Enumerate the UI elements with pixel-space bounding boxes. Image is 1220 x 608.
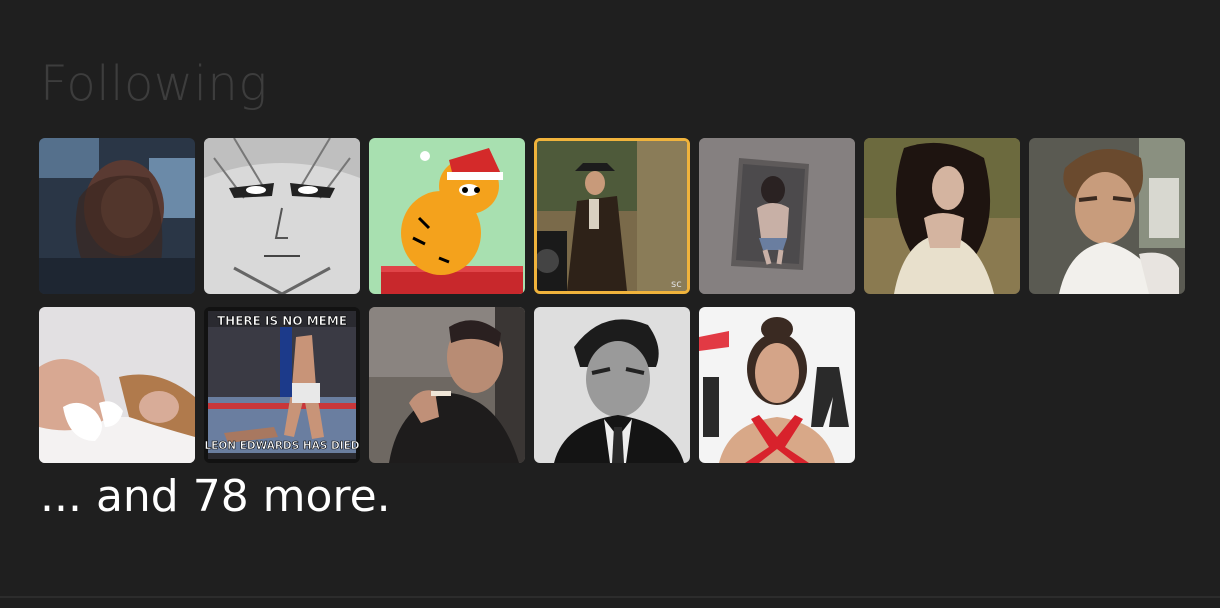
avatar-young-man-portrait-icon (1029, 138, 1185, 294)
section-divider (0, 596, 1220, 598)
avatar-tile-1[interactable] (39, 138, 195, 294)
avatar-garfield-santa-icon (369, 138, 525, 294)
avatar-tile-6[interactable] (864, 138, 1020, 294)
avatar-woman-lying-icon (39, 307, 195, 463)
avatar-tile-11[interactable] (534, 307, 690, 463)
avatar-meme-ufc-icon: THERE IS NO MEME LEON EDWARDS HAS DIED (204, 307, 360, 463)
avatar-tile-9[interactable]: THERE IS NO MEME LEON EDWARDS HAS DIED (204, 307, 360, 463)
more-count-text: ... and 78 more. (40, 471, 391, 522)
avatar-girl-dark-room-icon (39, 138, 195, 294)
avatar-woman-dark-hair-icon (864, 138, 1020, 294)
avatar-tile-10[interactable] (369, 307, 525, 463)
avatar-tile-8[interactable] (39, 307, 195, 463)
avatar-woman-red-dress-icon (699, 307, 855, 463)
avatar-poster-on-wall-icon (699, 138, 855, 294)
avatar-tile-5[interactable] (699, 138, 855, 294)
avatar-tile-12[interactable] (699, 307, 855, 463)
avatar-tile-4-highlighted[interactable]: sc (534, 138, 690, 294)
avatar-manga-face-icon (204, 138, 360, 294)
following-section: Following sc THERE IS NO MEME LEON EDWAR… (0, 0, 1220, 596)
avatar-man-black-white-icon (534, 307, 690, 463)
avatar-tile-7[interactable] (1029, 138, 1185, 294)
meme-top-text: THERE IS NO MEME (217, 314, 347, 328)
avatar-godfather-scene-icon: sc (537, 141, 687, 291)
svg-text:sc: sc (671, 279, 682, 290)
meme-bottom-text: LEON EDWARDS HAS DIED (204, 440, 359, 452)
section-title: Following (40, 56, 268, 112)
avatar-man-with-cigar-icon (369, 307, 525, 463)
avatar-tile-3[interactable] (369, 138, 525, 294)
avatar-tile-2[interactable] (204, 138, 360, 294)
